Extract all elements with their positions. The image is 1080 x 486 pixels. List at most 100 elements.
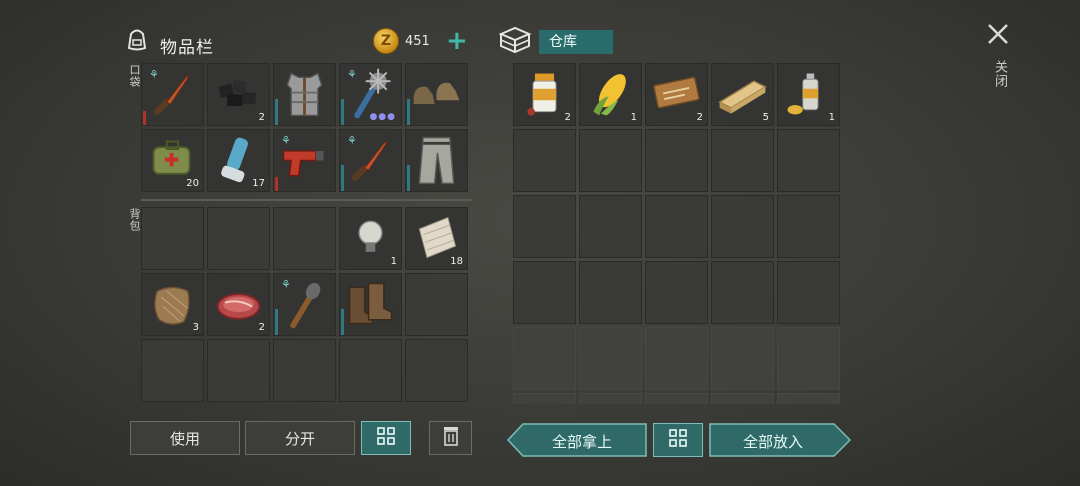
durability-bar — [275, 309, 278, 335]
inventory-slot[interactable]: 2 — [645, 63, 708, 126]
empty-slot[interactable] — [141, 207, 204, 270]
inventory-slot[interactable]: ⚘ ●●● — [339, 63, 402, 126]
sort-warehouse-button[interactable] — [653, 423, 703, 457]
empty-slot[interactable] — [579, 195, 642, 258]
upgrade-tree-icon: ⚘ — [347, 68, 357, 81]
durability-bar — [143, 111, 146, 125]
empty-slot[interactable] — [513, 327, 576, 390]
inventory-slot[interactable]: 1 — [579, 63, 642, 126]
add-coins-button[interactable]: + — [446, 28, 468, 54]
take-all-button[interactable]: 全部拿上 — [507, 423, 647, 457]
empty-slot[interactable] — [513, 261, 576, 324]
grid-sort-icon — [668, 428, 688, 452]
coin-icon: Z — [373, 28, 399, 54]
empty-slot[interactable] — [645, 195, 708, 258]
empty-slot[interactable] — [777, 393, 840, 404]
inventory-slot[interactable]: 2 — [513, 63, 576, 126]
put-all-button[interactable]: 全部放入 — [709, 423, 851, 457]
empty-slot[interactable] — [711, 327, 774, 390]
item-count: 2 — [258, 322, 265, 333]
empty-slot[interactable] — [339, 339, 402, 402]
empty-slot[interactable] — [579, 327, 642, 390]
item-count: 20 — [186, 178, 199, 189]
upgrade-tree-icon: ⚘ — [347, 134, 357, 147]
durability-bar — [341, 309, 344, 335]
close-icon[interactable] — [986, 22, 1010, 46]
inventory-slot[interactable]: ⚘ — [273, 273, 336, 336]
pocket-label: 口袋 — [128, 64, 141, 88]
storage-box-icon — [497, 24, 533, 56]
empty-slot[interactable] — [777, 261, 840, 324]
durability-bar — [341, 165, 344, 191]
split-button[interactable]: 分开 — [245, 421, 355, 455]
empty-slot[interactable] — [405, 273, 468, 336]
empty-slot[interactable] — [777, 195, 840, 258]
durability-bar — [341, 99, 344, 125]
empty-slot[interactable] — [513, 393, 576, 404]
empty-slot[interactable] — [513, 129, 576, 192]
empty-slot[interactable] — [273, 339, 336, 402]
pocket-grid: ⚘ 2 ⚘ ●●● 20 17 ⚘ ⚘ — [141, 63, 468, 192]
empty-slot[interactable] — [645, 327, 708, 390]
grid-sort-icon — [376, 426, 396, 450]
inventory-slot[interactable] — [339, 273, 402, 336]
empty-slot[interactable] — [777, 129, 840, 192]
inventory-slot[interactable]: 1 — [777, 63, 840, 126]
inventory-slot[interactable]: 20 — [141, 129, 204, 192]
trash-button[interactable] — [429, 421, 472, 455]
empty-slot[interactable] — [579, 129, 642, 192]
empty-slot[interactable] — [579, 261, 642, 324]
inventory-slot[interactable]: 18 — [405, 207, 468, 270]
empty-slot[interactable] — [645, 261, 708, 324]
empty-slot[interactable] — [513, 195, 576, 258]
empty-slot[interactable] — [711, 393, 774, 404]
inventory-slot[interactable] — [405, 129, 468, 192]
inventory-slot[interactable] — [273, 63, 336, 126]
item-count: 17 — [252, 178, 265, 189]
divider — [141, 199, 472, 201]
coin-count: 451 — [405, 34, 430, 49]
item-count: 2 — [564, 112, 571, 123]
empty-slot[interactable] — [207, 339, 270, 402]
empty-slot[interactable] — [645, 129, 708, 192]
durability-bar — [407, 165, 410, 191]
item-count: 1 — [390, 256, 397, 267]
empty-slot[interactable] — [405, 339, 468, 402]
close-label[interactable]: 关闭 — [990, 60, 1009, 88]
use-button[interactable]: 使用 — [130, 421, 240, 455]
empty-slot[interactable] — [579, 393, 642, 404]
inventory-slot[interactable]: 1 — [339, 207, 402, 270]
inventory-slot[interactable]: 5 — [711, 63, 774, 126]
empty-slot[interactable] — [711, 261, 774, 324]
empty-slot[interactable] — [645, 393, 708, 404]
item-count: 18 — [450, 256, 463, 267]
durability-bar — [275, 177, 278, 191]
warehouse-title: 仓库 — [539, 30, 613, 54]
upgrade-tree-icon: ⚘ — [281, 278, 291, 291]
item-count: 5 — [762, 112, 769, 123]
inventory-slot[interactable]: ⚘ — [141, 63, 204, 126]
put-all-label: 全部放入 — [742, 433, 803, 451]
take-all-label: 全部拿上 — [551, 433, 612, 451]
upgrade-tree-icon: ⚘ — [149, 68, 159, 81]
inventory-slot[interactable]: 17 — [207, 129, 270, 192]
inventory-slot[interactable] — [405, 63, 468, 126]
inventory-slot[interactable]: ⚘ — [339, 129, 402, 192]
inventory-title: 物品栏 — [160, 38, 214, 58]
empty-slot[interactable] — [273, 207, 336, 270]
durability-bar — [275, 99, 278, 125]
backpack-label: 背包 — [128, 208, 141, 232]
empty-slot[interactable] — [207, 207, 270, 270]
item-count: 3 — [192, 322, 199, 333]
durability-bar — [407, 99, 410, 125]
inventory-slot[interactable]: ⚘ — [273, 129, 336, 192]
empty-slot[interactable] — [777, 327, 840, 390]
inventory-slot[interactable]: 2 — [207, 63, 270, 126]
empty-slot[interactable] — [711, 129, 774, 192]
inventory-slot[interactable]: 2 — [207, 273, 270, 336]
item-count: 1 — [630, 112, 637, 123]
empty-slot[interactable] — [141, 339, 204, 402]
inventory-slot[interactable]: 3 — [141, 273, 204, 336]
sort-inventory-button[interactable] — [361, 421, 411, 455]
empty-slot[interactable] — [711, 195, 774, 258]
